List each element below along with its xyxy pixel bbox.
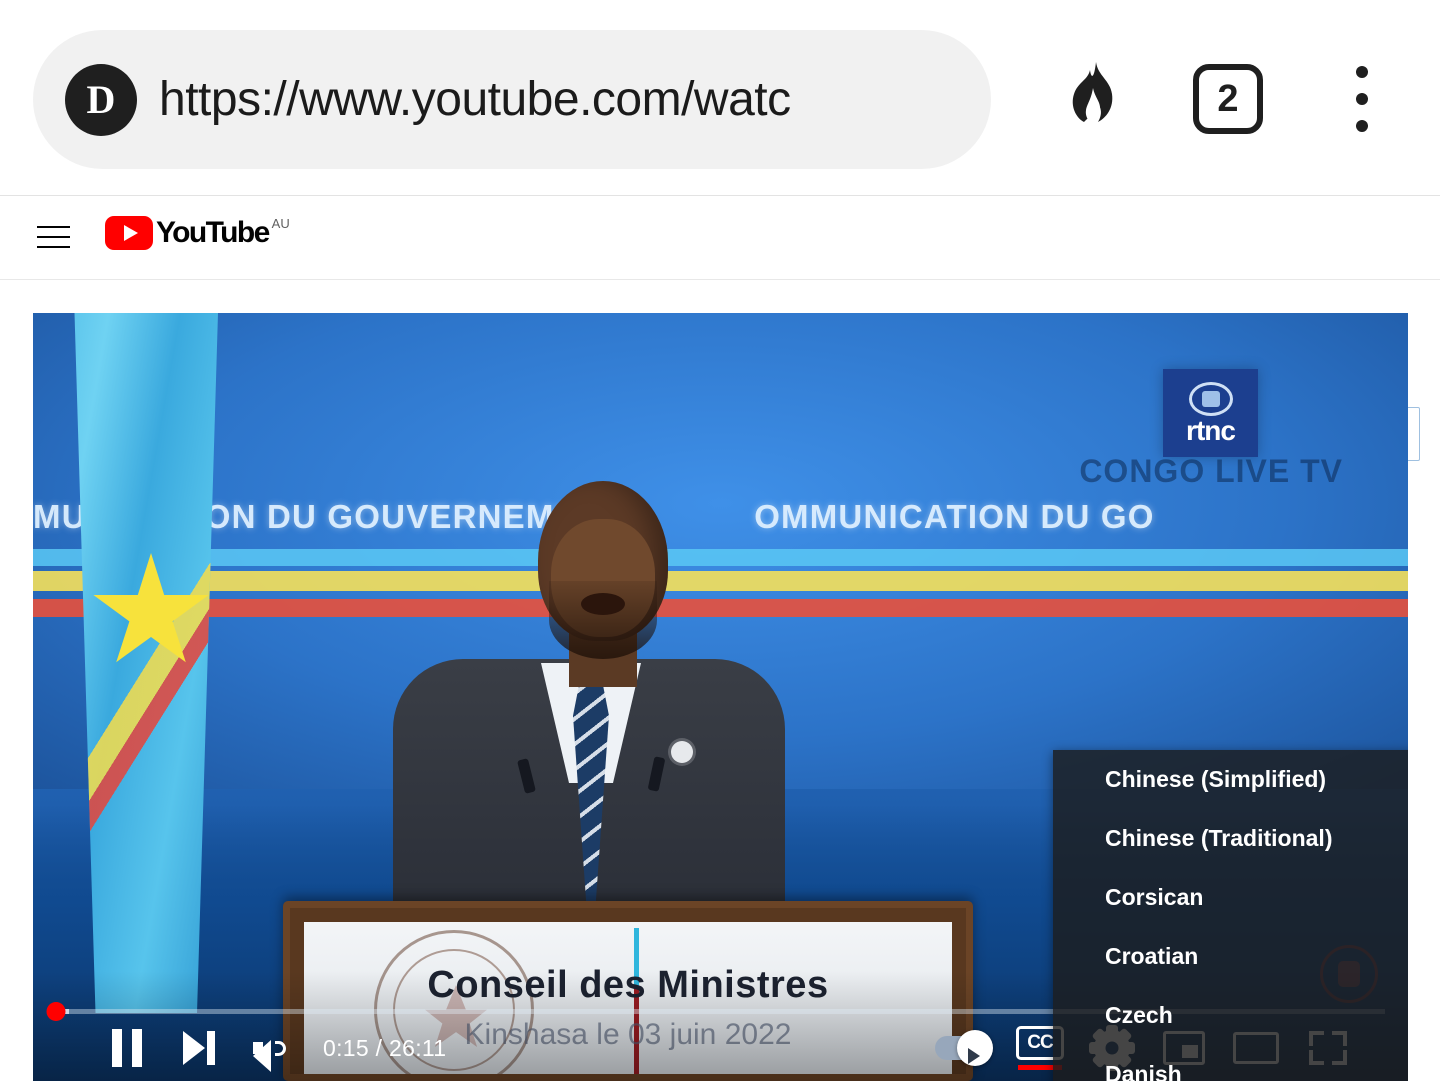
youtube-logo-text: YouTube [156,216,270,249]
youtube-header: YouTube AU SIGN IN [0,196,1440,463]
autoplay-toggle[interactable] [935,1030,993,1066]
video-player[interactable]: MU ON DU GOUVERNEMENT OMMUNICATION DU GO [33,313,1408,1081]
rtnc-emblem [1188,382,1233,416]
rtnc-watermark: rtnc [1163,369,1258,457]
language-option-croatian[interactable]: Croatian [1053,927,1408,986]
duckduckgo-profile-badge: D [65,63,137,136]
next-video-icon [183,1031,215,1065]
rtnc-emblem-core [1201,391,1220,407]
youtube-play-icon [105,216,153,250]
player-controls-left: 0:15 / 26:11 [91,1015,446,1081]
youtube-logo[interactable]: YouTube AU [105,216,290,250]
youtube-country-code: AU [271,216,290,231]
fire-icon[interactable] [1058,60,1128,140]
speaker-mouth [581,593,625,615]
hamburger-line [37,245,70,248]
browser-toolbar: D https://www.youtube.com/watc 2 [0,0,1440,196]
volume-button[interactable] [235,1015,307,1081]
kebab-dot [1356,93,1368,105]
next-video-button[interactable] [163,1015,235,1081]
hamburger-line [37,225,70,228]
cc-label: CC [1027,1032,1053,1053]
volume-wave [275,1041,286,1056]
speaker-lapel-pin [671,741,693,763]
congo-live-tv-text: CONGO LIVE TV [1079,453,1343,489]
volume-icon [253,1032,289,1072]
autoplay-toggle-button[interactable] [918,1015,1004,1081]
browser-menu-button[interactable] [1346,66,1378,132]
language-option-chinese-traditional[interactable]: Chinese (Traditional) [1053,809,1408,868]
time-display: 0:15 / 26:11 [323,1034,447,1061]
kebab-dot [1356,120,1368,132]
language-option-czech[interactable]: Czech [1053,986,1408,1045]
volume-cone [253,1040,271,1072]
url-text[interactable]: https://www.youtube.com/watc [159,72,791,127]
next-triangle [183,1031,205,1065]
pause-icon [112,1029,142,1067]
rtnc-wordmark: rtnc [1186,415,1236,446]
next-bar [207,1031,215,1065]
language-option-danish[interactable]: Danish [1053,1045,1408,1081]
language-option-corsican[interactable]: Corsican [1053,868,1408,927]
address-bar[interactable]: D https://www.youtube.com/watc [33,30,991,169]
pause-bar [112,1029,122,1067]
play-pause-button[interactable] [91,1015,163,1081]
tab-count-button[interactable]: 2 [1193,64,1263,134]
kebab-dot [1356,66,1368,78]
tab-count-label: 2 [1217,77,1239,120]
pause-bar [132,1029,142,1067]
hamburger-icon[interactable] [37,220,70,253]
language-option-chinese-simplified[interactable]: Chinese (Simplified) [1053,750,1408,809]
backdrop-banner-right: OMMUNICATION DU GO [754,498,1155,535]
hamburger-line [37,235,70,238]
subtitles-language-menu[interactable]: Chinese (Simplified) Chinese (Traditiona… [1053,750,1408,1081]
